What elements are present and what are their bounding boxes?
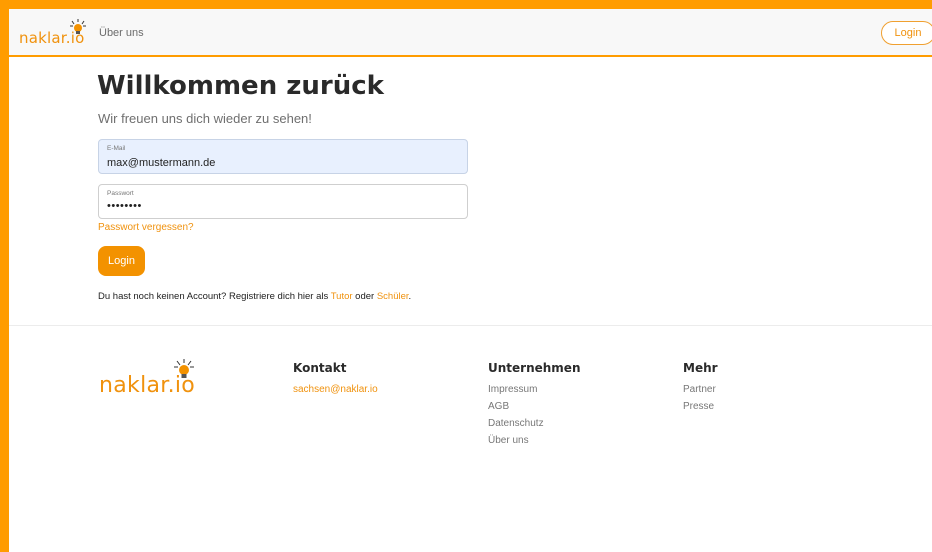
register-tutor-link[interactable]: Tutor bbox=[331, 291, 353, 302]
footer-logo[interactable]: naklar.io bbox=[99, 359, 209, 404]
footer-column-kontakt: Kontakt sachsen@naklar.io bbox=[293, 361, 378, 398]
email-field[interactable]: E-Mail max@mustermann.de bbox=[98, 139, 468, 174]
forgot-password-link[interactable]: Passwort vergessen? bbox=[98, 222, 194, 233]
top-navbar: naklar.io Über uns Login bbox=[9, 9, 932, 57]
email-value[interactable]: max@mustermann.de bbox=[107, 157, 215, 169]
footer-column-unternehmen: Unternehmen Impressum AGB Datenschutz Üb… bbox=[488, 361, 581, 449]
register-suffix: . bbox=[408, 291, 412, 302]
page-subtitle: Wir freuen uns dich wieder zu sehen! bbox=[98, 111, 312, 126]
password-field[interactable]: Passwort •••••••• bbox=[98, 184, 468, 219]
footer-column-mehr: Mehr Partner Presse bbox=[683, 361, 718, 415]
footer-heading-kontakt: Kontakt bbox=[293, 361, 347, 375]
footer-link-impressum[interactable]: Impressum bbox=[488, 381, 581, 398]
footer-heading-unternehmen: Unternehmen bbox=[488, 361, 581, 375]
brand-logo[interactable]: naklar.io bbox=[19, 19, 89, 47]
footer-link-agb[interactable]: AGB bbox=[488, 398, 581, 415]
footer-contact-email-link[interactable]: sachsen@naklar.io bbox=[293, 381, 378, 398]
brand-name: naklar.io bbox=[19, 29, 85, 47]
footer-brand-name: naklar.io bbox=[99, 373, 196, 398]
email-label: E-Mail bbox=[107, 145, 126, 152]
footer-divider bbox=[9, 325, 932, 326]
footer-link-about[interactable]: Über uns bbox=[488, 432, 581, 449]
footer-link-presse[interactable]: Presse bbox=[683, 398, 718, 415]
register-prompt: Du hast noch keinen Account? Registriere… bbox=[98, 291, 411, 302]
login-button[interactable]: Login bbox=[98, 246, 145, 276]
page-title: Willkommen zurück bbox=[97, 71, 384, 101]
register-student-link[interactable]: Schüler bbox=[377, 291, 409, 302]
nav-about-link[interactable]: Über uns bbox=[99, 27, 144, 39]
register-middle: oder bbox=[352, 291, 377, 302]
footer-link-datenschutz[interactable]: Datenschutz bbox=[488, 415, 581, 432]
password-label: Passwort bbox=[107, 190, 134, 197]
password-value[interactable]: •••••••• bbox=[107, 200, 142, 212]
footer-heading-mehr: Mehr bbox=[683, 361, 718, 375]
header-login-button[interactable]: Login bbox=[881, 21, 932, 45]
register-prefix: Du hast noch keinen Account? Registriere… bbox=[98, 291, 331, 302]
page: naklar.io Über uns Login Willkommen zurü… bbox=[9, 9, 932, 552]
footer-link-partner[interactable]: Partner bbox=[683, 381, 718, 398]
